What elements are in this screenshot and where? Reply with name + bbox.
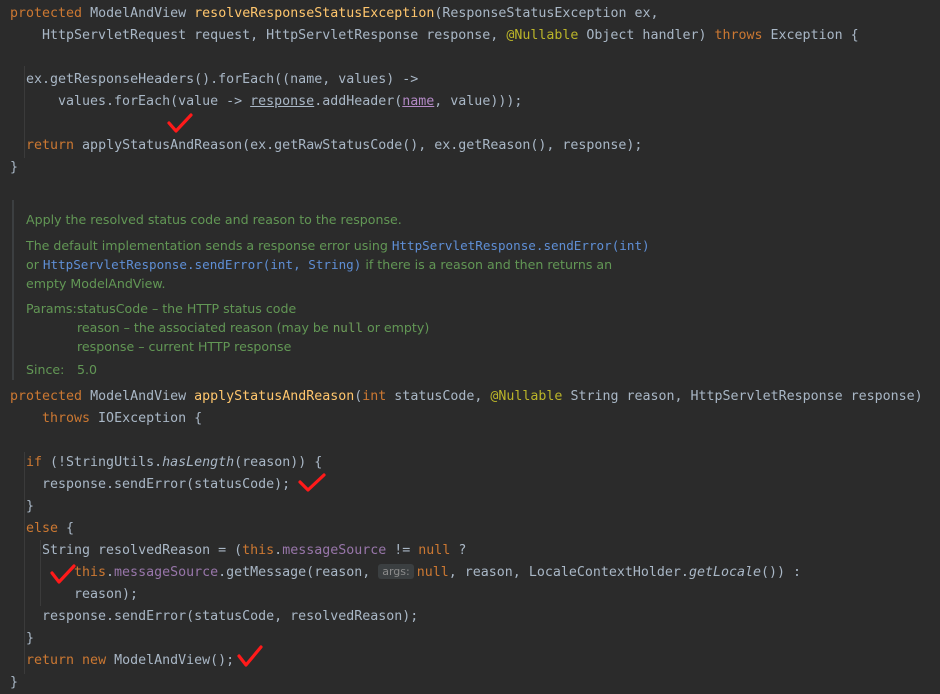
doc-desc-3: empty ModelAndView. xyxy=(26,276,166,291)
doc-desc-1: The default implementation sends a respo… xyxy=(26,238,650,253)
code-editor[interactable]: protected ModelAndView resolveResponseSt… xyxy=(0,0,940,690)
code-line-14: response.sendError(statusCode); xyxy=(42,477,291,492)
code-line-17: String resolvedReason = (this.messageSou… xyxy=(42,543,467,558)
javadoc-rendered: Apply the resolved status code and reaso… xyxy=(12,200,940,380)
doc-param-2: reason – the associated reason (may be n… xyxy=(77,320,430,335)
code-line-5: values.forEach(value -> response.addHead… xyxy=(58,94,523,109)
code-line-13: if (!StringUtils.hasLength(reason)) { xyxy=(26,455,323,470)
doc-params-label: Params: xyxy=(26,301,77,316)
code-line-19: reason); xyxy=(74,587,139,602)
doc-summary: Apply the resolved status code and reaso… xyxy=(26,212,402,227)
doc-param-3: response – current HTTP response xyxy=(77,339,292,354)
code-line-22: return new ModelAndView(); xyxy=(26,653,235,668)
indent-guide xyxy=(24,452,25,674)
check-mark-icon xyxy=(237,645,263,667)
code-line-2: HttpServletRequest request, HttpServletR… xyxy=(42,28,859,43)
doc-param-1: statusCode – the HTTP status code xyxy=(77,301,297,316)
code-line-11: throws IOException { xyxy=(42,411,203,426)
doc-desc-2: or HttpServletResponse.sendError(int, St… xyxy=(26,257,613,272)
doc-link[interactable]: HttpServletResponse.sendError(int) xyxy=(392,238,650,253)
code-line-18: this.messageSource.getMessage(reason, ar… xyxy=(74,564,802,580)
code-line-16: else { xyxy=(26,521,75,536)
check-mark-icon xyxy=(50,564,76,584)
indent-guide xyxy=(24,66,25,158)
code-line-1: protected ModelAndView resolveResponseSt… xyxy=(10,6,659,21)
captured-variable: response xyxy=(250,94,315,109)
code-line-23: } xyxy=(10,675,19,690)
lambda-parameter: name xyxy=(402,94,435,109)
check-mark-icon xyxy=(167,113,193,133)
parameter-hint: args: xyxy=(378,564,414,579)
code-line-21: } xyxy=(26,631,35,646)
indent-guide xyxy=(40,540,41,606)
code-line-20: response.sendError(statusCode, resolvedR… xyxy=(42,609,419,624)
doc-since-value: 5.0 xyxy=(77,362,98,377)
doc-since-label: Since: xyxy=(26,362,65,377)
doc-link[interactable]: HttpServletResponse.sendError(int, Strin… xyxy=(43,257,361,272)
code-line-7: return applyStatusAndReason(ex.getRawSta… xyxy=(26,138,643,153)
code-line-10: protected ModelAndView applyStatusAndRea… xyxy=(10,389,923,404)
check-mark-icon xyxy=(298,473,326,492)
code-line-15: } xyxy=(26,499,35,514)
code-line-8: } xyxy=(10,160,19,175)
code-line-4: ex.getResponseHeaders().forEach((name, v… xyxy=(26,72,419,87)
